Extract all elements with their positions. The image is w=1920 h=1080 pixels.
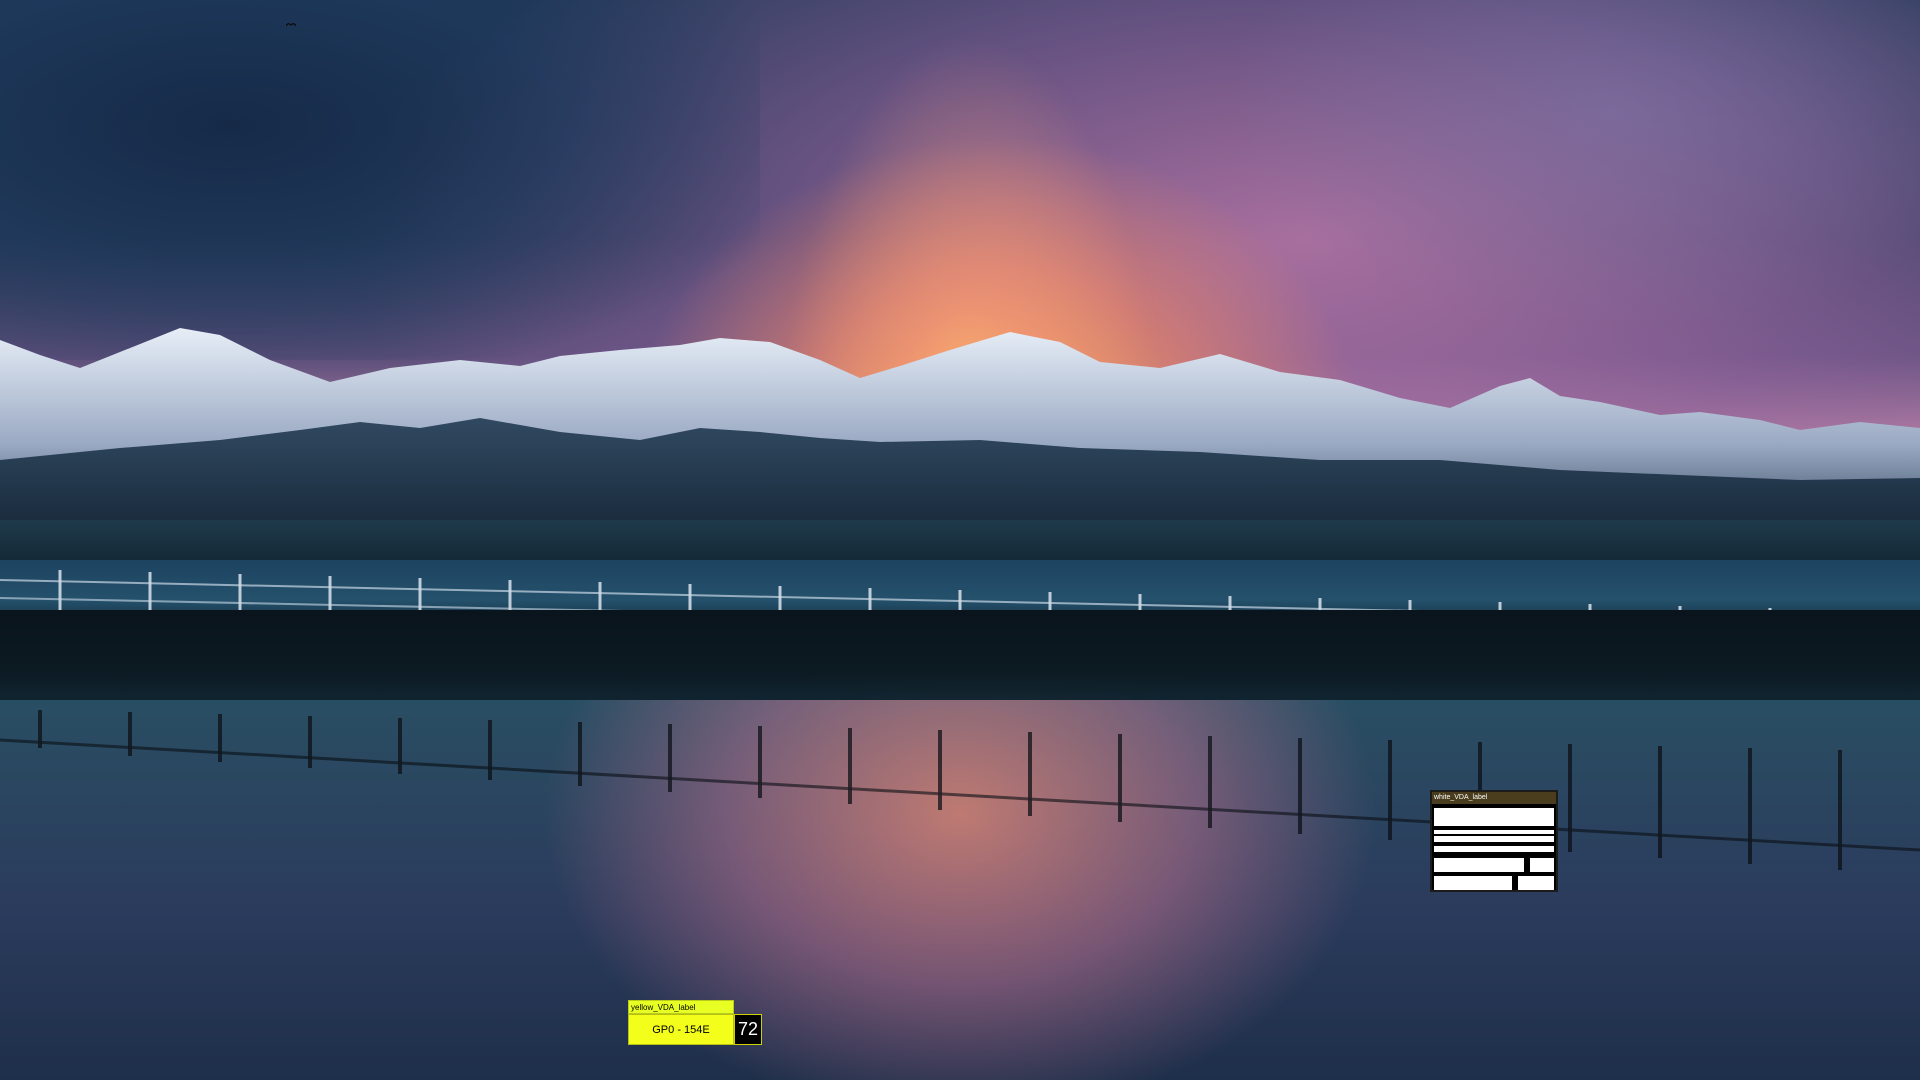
- yellow-vda-label[interactable]: yellow_VDA_label GP0 - 154E 72: [628, 1000, 762, 1045]
- white-vda-label[interactable]: white_VDA_label: [1430, 790, 1558, 892]
- desktop-wallpaper: yellow_VDA_label GP0 - 154E 72 white_VDA…: [0, 0, 1920, 1080]
- white-label-caption: white_VDA_label: [1432, 792, 1556, 804]
- white-label-field: [1518, 876, 1554, 890]
- white-label-field: [1434, 876, 1512, 890]
- white-label-field: [1434, 808, 1554, 826]
- white-label-field: [1530, 858, 1554, 872]
- clouds-left: [0, 0, 760, 360]
- white-label-field: [1434, 830, 1554, 834]
- yellow-label-count: 72: [734, 1014, 762, 1045]
- mountain-range: [0, 328, 1920, 540]
- yellow-label-text: GP0 - 154E: [628, 1014, 734, 1045]
- bird-icon: [286, 23, 296, 27]
- clouds-right: [1240, 0, 1920, 320]
- white-label-field: [1434, 858, 1524, 872]
- white-label-body: [1434, 806, 1554, 890]
- white-label-field: [1434, 846, 1554, 852]
- yellow-label-caption: yellow_VDA_label: [628, 1000, 734, 1014]
- fence-reflection: [0, 710, 1920, 870]
- white-label-field: [1434, 836, 1554, 842]
